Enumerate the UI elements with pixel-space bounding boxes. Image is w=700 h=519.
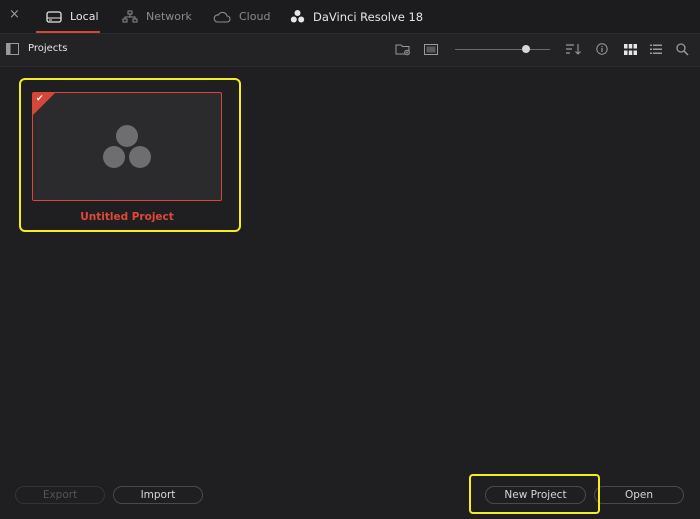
sort-icon[interactable] [566, 44, 581, 55]
sidebar-toggle-icon[interactable] [6, 43, 19, 55]
open-button[interactable]: Open [594, 486, 684, 504]
project-thumbnail[interactable]: ✔ [32, 92, 222, 201]
info-icon[interactable] [596, 43, 608, 55]
top-bar: × Local Network Cloud DaVinci Resolve 18 [0, 0, 700, 34]
davinci-logo-icon [290, 9, 305, 24]
cloud-icon [213, 11, 231, 23]
tab-local[interactable]: Local [36, 0, 100, 33]
tab-cloud[interactable]: Cloud [213, 0, 270, 33]
tab-network-label: Network [146, 10, 192, 23]
import-button[interactable]: Import [113, 486, 203, 504]
page-title: Projects [28, 43, 68, 54]
tab-local-label: Local [70, 10, 99, 23]
export-button[interactable]: Export [15, 486, 105, 504]
network-icon [122, 10, 138, 24]
projects-toolbar: Projects [0, 34, 700, 67]
display-icon[interactable] [424, 44, 438, 55]
close-icon[interactable]: × [9, 7, 20, 22]
highlight-frame-new-project [469, 474, 600, 514]
drive-icon [46, 10, 62, 23]
tab-network[interactable]: Network [122, 0, 192, 33]
tab-cloud-label: Cloud [239, 10, 271, 23]
tab-davinci-resolve[interactable]: DaVinci Resolve 18 [290, 0, 423, 33]
active-tab-indicator [36, 31, 100, 33]
list-view-icon[interactable] [650, 44, 662, 55]
new-folder-icon[interactable] [395, 43, 411, 56]
tab-davinci-label: DaVinci Resolve 18 [313, 9, 424, 24]
checkmark-icon: ✔ [36, 94, 44, 104]
davinci-placeholder-icon [101, 124, 153, 174]
thumbnail-size-slider[interactable] [455, 49, 550, 50]
grid-view-icon[interactable] [624, 44, 637, 55]
search-icon[interactable] [676, 43, 689, 56]
project-name[interactable]: Untitled Project [32, 211, 222, 223]
